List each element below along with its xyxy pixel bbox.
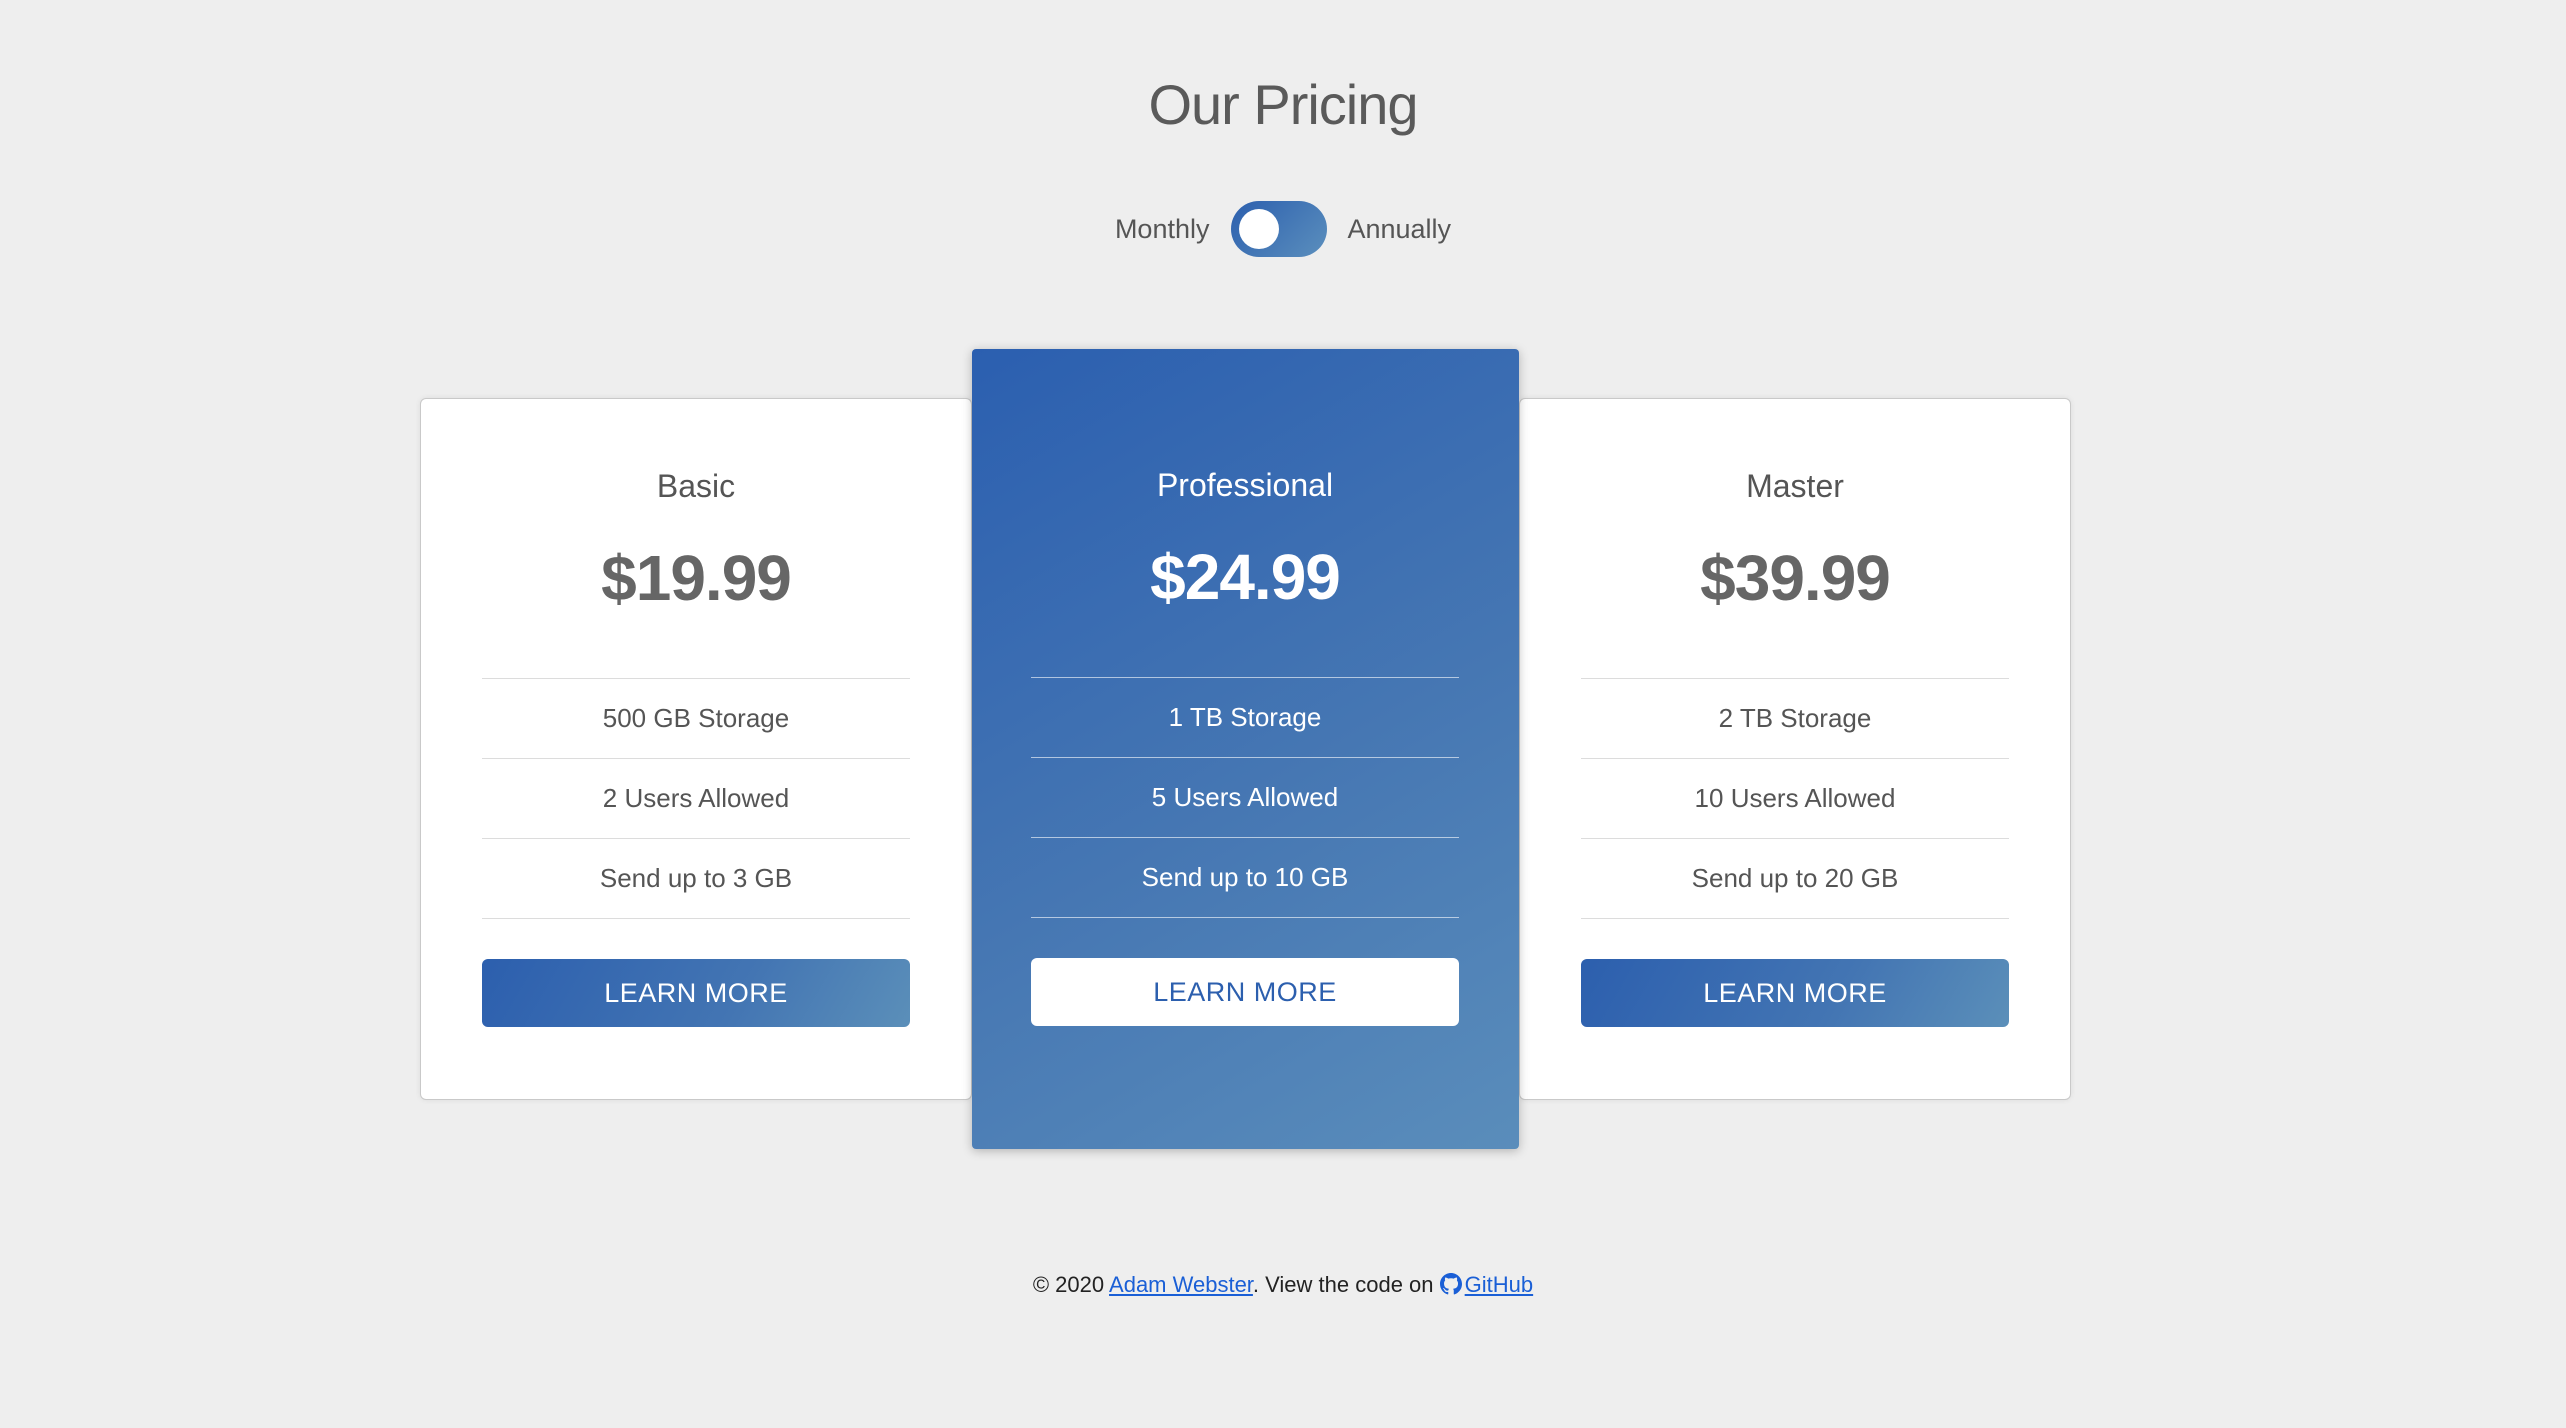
copyright-text: © 2020 xyxy=(1032,1272,1105,1297)
github-link-label[interactable]: GitHub xyxy=(1465,1272,1533,1297)
github-icon xyxy=(1439,1273,1462,1301)
plan-card-basic: Basic $19.99 500 GB Storage 2 Users Allo… xyxy=(420,398,972,1100)
feature-item: 2 TB Storage xyxy=(1581,679,2009,759)
plan-price: $24.99 xyxy=(1150,541,1341,613)
feature-list: 2 TB Storage 10 Users Allowed Send up to… xyxy=(1581,678,2009,919)
plan-price: $39.99 xyxy=(1700,542,1891,614)
footer: © 2020 Adam Webster. View the code on Gi… xyxy=(0,1272,2566,1301)
billing-toggle: Monthly Annually xyxy=(0,200,2566,258)
billing-period-switch[interactable] xyxy=(1231,201,1328,257)
feature-item: 2 Users Allowed xyxy=(482,759,910,839)
feature-item: Send up to 3 GB xyxy=(482,839,910,919)
feature-list: 1 TB Storage 5 Users Allowed Send up to … xyxy=(1031,677,1459,918)
author-link[interactable]: Adam Webster xyxy=(1109,1272,1253,1297)
plan-card-professional: Professional $24.99 1 TB Storage 5 Users… xyxy=(972,349,1519,1149)
feature-list: 500 GB Storage 2 Users Allowed Send up t… xyxy=(482,678,910,919)
page-title: Our Pricing xyxy=(1148,73,1418,136)
learn-more-button-basic[interactable]: LEARN MORE xyxy=(482,959,910,1027)
learn-more-button-professional[interactable]: LEARN MORE xyxy=(1031,958,1459,1026)
feature-item: Send up to 10 GB xyxy=(1031,838,1459,918)
footer-mid-text: . View the code on xyxy=(1252,1272,1434,1297)
plan-name: Master xyxy=(1746,468,1844,504)
plan-card-master: Master $39.99 2 TB Storage 10 Users Allo… xyxy=(1519,398,2071,1100)
switch-knob[interactable] xyxy=(1239,209,1280,249)
plan-name: Basic xyxy=(656,468,736,504)
monthly-label[interactable]: Monthly xyxy=(1115,214,1210,245)
learn-more-button-master[interactable]: LEARN MORE xyxy=(1581,959,2009,1027)
feature-item: 10 Users Allowed xyxy=(1581,759,2009,839)
plan-price: $19.99 xyxy=(601,542,792,614)
plan-name: Professional xyxy=(1156,467,1334,503)
annually-label[interactable]: Annually xyxy=(1347,214,1451,245)
feature-item: 5 Users Allowed xyxy=(1031,758,1459,838)
feature-item: 1 TB Storage xyxy=(1031,678,1459,758)
feature-item: Send up to 20 GB xyxy=(1581,839,2009,919)
github-link[interactable]: GitHub xyxy=(1439,1272,1533,1297)
feature-item: 500 GB Storage xyxy=(482,679,910,759)
